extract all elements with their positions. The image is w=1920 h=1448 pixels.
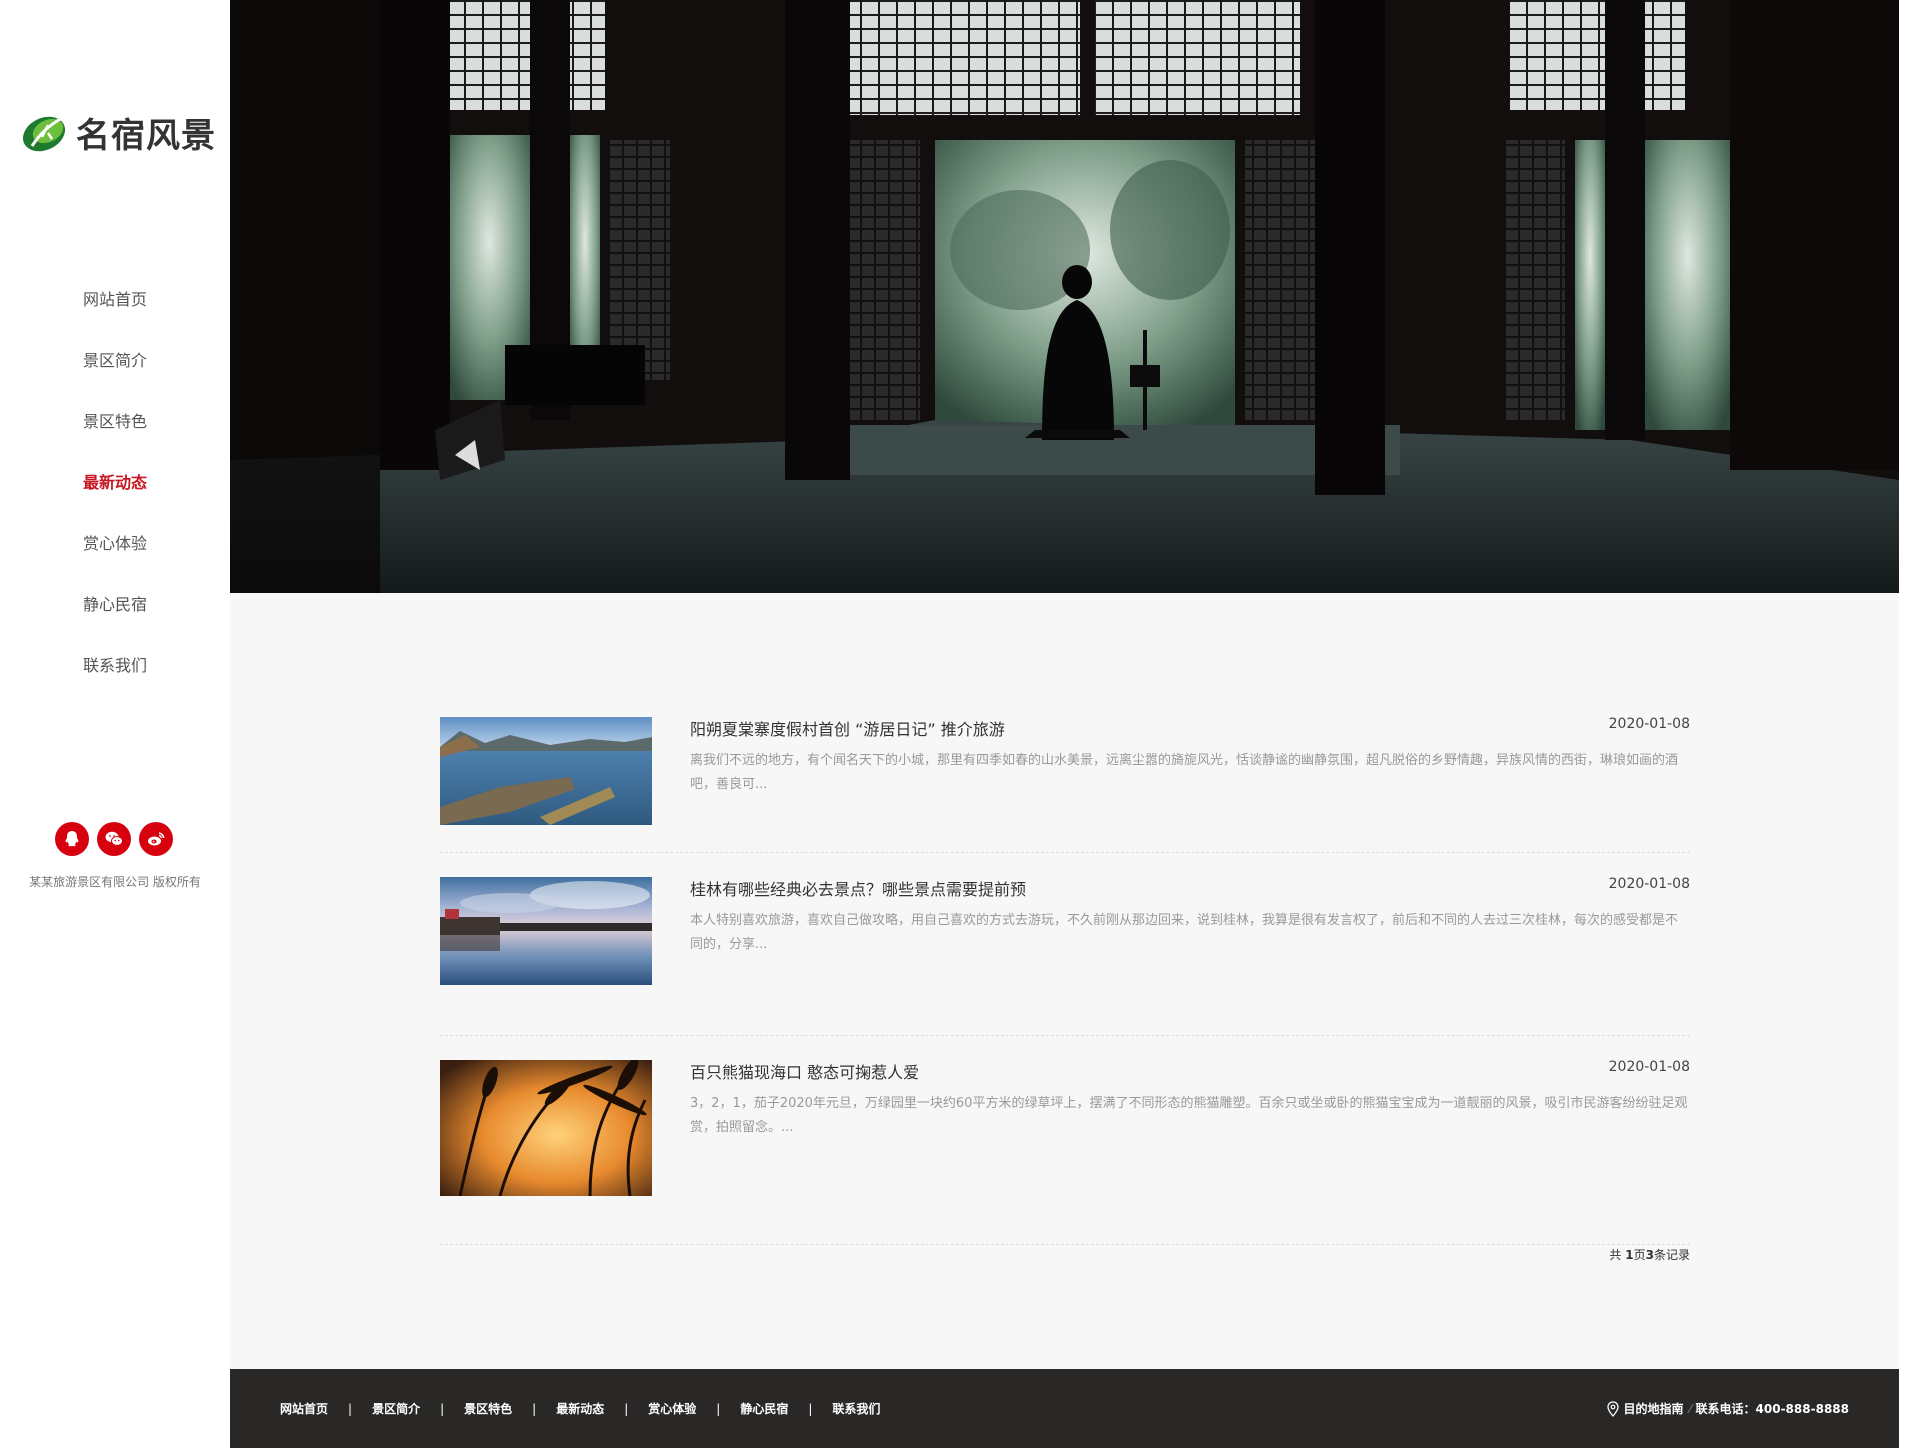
news-summary: 本人特别喜欢旅游，喜欢自己做攻略，用自己喜欢的方式去游玩，不久前刚从那边回来，说… — [690, 913, 1679, 952]
footer-link-home[interactable]: 网站首页 — [280, 1400, 328, 1417]
footer-separator: | — [532, 1401, 537, 1416]
footer: 网站首页 | 景区简介 | 景区特色 | 最新动态 | 赏心体验 | 静心民宿 … — [230, 1369, 1899, 1448]
pagination-records: 3 — [1645, 1248, 1654, 1262]
footer-separator: | — [808, 1401, 813, 1416]
news-summary: 3，2，1，茄子2020年元旦，万绿园里一块约60平方米的绿草坪上，摆满了不同形… — [690, 1096, 1688, 1135]
footer-separator: | — [716, 1401, 721, 1416]
news-list: 阳朔夏棠寨度假村首创 “游居日记” 推介旅游 2020-01-08 离我们不远的… — [440, 716, 1690, 1245]
wechat-button[interactable] — [97, 822, 131, 856]
leaf-logo-icon — [22, 116, 66, 152]
news-date: 2020-01-08 — [1608, 716, 1690, 732]
site-logo[interactable]: 名宿风景 — [18, 104, 216, 160]
footer-link-intro[interactable]: 景区简介 — [372, 1400, 420, 1417]
news-title[interactable]: 百只熊猫现海口 憨态可掬惹人爱 — [690, 1059, 919, 1083]
pagination-suffix: 条记录 — [1653, 1248, 1690, 1262]
news-section: 阳朔夏棠寨度假村首创 “游居日记” 推介旅游 2020-01-08 离我们不远的… — [230, 593, 1899, 1369]
news-item[interactable]: 桂林有哪些经典必去景点？哪些景点需要提前预 2020-01-08 本人特别喜欢旅… — [440, 876, 1690, 1036]
news-title[interactable]: 阳朔夏棠寨度假村首创 “游居日记” 推介旅游 — [690, 716, 1005, 740]
footer-nav: 网站首页 | 景区简介 | 景区特色 | 最新动态 | 赏心体验 | 静心民宿 … — [280, 1369, 880, 1448]
hero-banner — [230, 0, 1899, 593]
pagination-prefix: 共 — [1609, 1248, 1626, 1262]
news-thumbnail[interactable] — [440, 717, 652, 825]
sidebar-item-intro[interactable]: 景区简介 — [0, 343, 230, 404]
qq-icon — [65, 831, 79, 847]
footer-link-news[interactable]: 最新动态 — [556, 1400, 604, 1417]
social-links — [55, 822, 173, 856]
sidebar-item-experience[interactable]: 赏心体验 — [0, 526, 230, 587]
footer-link-experience[interactable]: 赏心体验 — [648, 1400, 696, 1417]
news-date: 2020-01-08 — [1608, 876, 1690, 892]
pagination-info: 共 1页3条记录 — [1609, 1246, 1690, 1263]
footer-link-features[interactable]: 景区特色 — [464, 1400, 512, 1417]
footer-contact-info: 目的地指南 ⁄ 联系电话：400-888-8888 — [1606, 1369, 1849, 1448]
sidebar-copyright: 某某旅游景区有限公司 版权所有 — [29, 875, 201, 889]
phone-divider-icon: ⁄ — [1689, 1401, 1692, 1416]
weibo-button[interactable] — [139, 822, 173, 856]
pagination-pages: 1 — [1625, 1248, 1634, 1262]
news-item[interactable]: 百只熊猫现海口 憨态可掬惹人爱 2020-01-08 3，2，1，茄子2020年… — [440, 1059, 1690, 1245]
news-item[interactable]: 阳朔夏棠寨度假村首创 “游居日记” 推介旅游 2020-01-08 离我们不远的… — [440, 716, 1690, 853]
weibo-icon — [148, 832, 165, 846]
footer-separator: | — [624, 1401, 629, 1416]
location-pin-icon — [1606, 1400, 1619, 1417]
qq-button[interactable] — [55, 822, 89, 856]
sidebar-item-contact[interactable]: 联系我们 — [0, 648, 230, 709]
sidebar: 名宿风景 网站首页 景区简介 景区特色 最新动态 赏心体验 静心民宿 联系我们 — [0, 0, 230, 1448]
sidebar-nav: 网站首页 景区简介 景区特色 最新动态 赏心体验 静心民宿 联系我们 — [0, 282, 230, 709]
news-date: 2020-01-08 — [1608, 1059, 1690, 1075]
footer-link-contact[interactable]: 联系我们 — [832, 1400, 880, 1417]
news-title[interactable]: 桂林有哪些经典必去景点？哪些景点需要提前预 — [690, 876, 1026, 900]
footer-phone: 联系电话：400-888-8888 — [1695, 1402, 1849, 1416]
sidebar-item-features[interactable]: 景区特色 — [0, 404, 230, 465]
sidebar-item-news[interactable]: 最新动态 — [0, 465, 230, 526]
news-thumbnail[interactable] — [440, 1060, 652, 1196]
sunset-grass-image — [440, 1060, 652, 1196]
news-thumbnail[interactable] — [440, 877, 652, 985]
footer-separator: | — [440, 1401, 445, 1416]
hero-image — [230, 0, 1899, 593]
wechat-icon — [105, 831, 123, 846]
footer-separator: | — [348, 1401, 353, 1416]
town-reflection-image — [440, 877, 652, 985]
sidebar-item-home[interactable]: 网站首页 — [0, 282, 230, 343]
footer-link-homestay[interactable]: 静心民宿 — [740, 1400, 788, 1417]
pagination-mid: 页 — [1633, 1248, 1646, 1262]
sidebar-item-homestay[interactable]: 静心民宿 — [0, 587, 230, 648]
news-summary: 离我们不远的地方，有个闻名天下的小城，那里有四季如春的山水美景，远离尘嚣的旖旎风… — [690, 753, 1679, 792]
lake-boats-image — [440, 717, 652, 825]
destination-guide-link[interactable]: 目的地指南 — [1624, 1400, 1684, 1417]
site-name: 名宿风景 — [76, 115, 216, 156]
